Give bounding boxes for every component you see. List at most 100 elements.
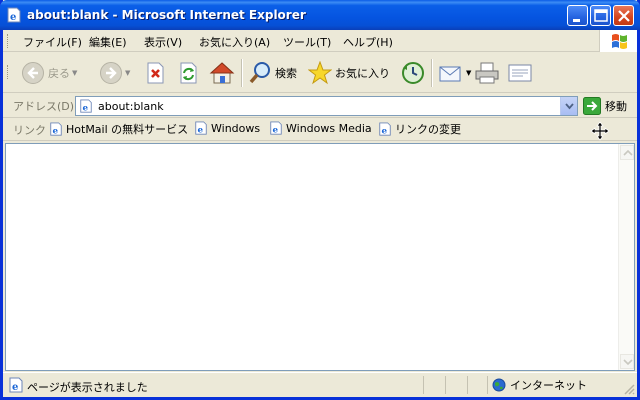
maximize-icon [594, 9, 608, 22]
go-arrow-icon [583, 97, 601, 115]
ie-page-icon[interactable]: e [6, 7, 22, 23]
menu-view[interactable]: 表示(V) [144, 34, 182, 50]
search-label: 検索 [275, 67, 297, 80]
ie-page-icon: e [80, 99, 92, 113]
menu-tools[interactable]: ツール(T) [283, 34, 331, 50]
link-windows-label: Windows [211, 121, 261, 135]
back-icon [22, 62, 44, 84]
status-bar: e ページが表示されました インターネット [3, 372, 637, 397]
history-button[interactable] [400, 59, 426, 87]
svg-text:e: e [198, 125, 204, 135]
menu-file[interactable]: ファイル(F) [23, 34, 82, 50]
chevron-down-icon [565, 103, 574, 110]
links-label: リンク [13, 124, 46, 137]
history-icon [402, 62, 424, 84]
back-button[interactable]: 戻る ▼ [21, 59, 77, 87]
go-button[interactable]: 移動 [583, 97, 627, 115]
resize-grip-icon[interactable] [623, 383, 635, 395]
scroll-up-button[interactable] [620, 145, 634, 160]
minimize-icon [573, 19, 580, 22]
ie-window: e about:blank - Microsoft Internet Explo… [0, 0, 640, 400]
svg-text:e: e [12, 382, 18, 393]
links-bar: リンク e HotMail の無料サービス e Windows e Window… [3, 119, 637, 141]
windows-logo [599, 30, 637, 52]
toolbar-separator [241, 59, 243, 87]
search-button[interactable]: 検索 [248, 59, 297, 87]
forward-dropdown-icon[interactable]: ▼ [125, 69, 130, 77]
link-windows-media-label: Windows Media [286, 121, 372, 135]
link-customize[interactable]: e リンクの変更 [378, 121, 461, 137]
home-button[interactable] [209, 59, 235, 87]
security-zone-label: インターネット [510, 379, 587, 392]
svg-text:e: e [382, 126, 388, 136]
page-content[interactable] [5, 143, 635, 371]
link-windows[interactable]: e Windows [194, 121, 260, 135]
maximize-button[interactable] [590, 5, 611, 26]
svg-text:e: e [83, 103, 89, 113]
favorites-star-icon [308, 61, 332, 85]
menu-favorites[interactable]: お気に入り(A) [199, 34, 270, 50]
move-cursor-icon [590, 121, 610, 141]
link-customize-label: リンクの変更 [395, 123, 461, 136]
back-dropdown-icon[interactable]: ▼ [72, 69, 77, 77]
status-text: ページが表示されました [27, 381, 148, 394]
mail-dropdown-icon[interactable]: ▼ [466, 69, 471, 77]
ie-page-icon: e [50, 122, 62, 136]
go-label: 移動 [605, 100, 627, 113]
home-icon [209, 62, 235, 84]
stop-button[interactable] [145, 59, 167, 87]
link-hotmail[interactable]: e HotMail の無料サービス [49, 121, 188, 137]
link-windows-media[interactable]: e Windows Media [269, 121, 372, 135]
menu-bar: ファイル(F) 編集(E) 表示(V) お気に入り(A) ツール(T) ヘルプ(… [3, 30, 637, 52]
globe-icon [492, 378, 506, 392]
stop-icon [147, 62, 164, 84]
vertical-scrollbar[interactable] [618, 144, 634, 370]
chevron-down-icon [623, 359, 633, 366]
forward-icon [100, 62, 122, 84]
windows-flag-icon [612, 34, 627, 49]
back-label: 戻る [48, 67, 70, 80]
ie-page-icon: e [195, 121, 207, 135]
toolbar-separator [431, 59, 433, 87]
refresh-button[interactable] [178, 59, 200, 87]
print-icon [475, 62, 499, 84]
mail-icon [439, 66, 461, 82]
address-value: about:blank [98, 100, 164, 113]
forward-button[interactable]: ▼ [99, 59, 130, 87]
print-button[interactable] [474, 59, 500, 87]
toolbar-grip[interactable] [7, 65, 10, 79]
search-icon [249, 62, 270, 84]
status-divider [445, 376, 446, 394]
close-icon [618, 10, 630, 22]
close-button[interactable] [613, 5, 634, 26]
scroll-down-button[interactable] [620, 354, 634, 369]
title-bar[interactable]: e about:blank - Microsoft Internet Explo… [0, 0, 640, 30]
ie-page-icon: e [270, 121, 282, 135]
ie-page-icon: e [9, 377, 23, 393]
address-label: アドレス(D) [13, 100, 75, 113]
minimize-button[interactable] [567, 5, 588, 26]
edit-button[interactable] [507, 59, 533, 87]
mail-button[interactable]: ▼ [438, 59, 471, 87]
ie-page-icon: e [379, 122, 391, 136]
svg-text:e: e [53, 126, 59, 136]
menu-grip[interactable] [7, 34, 10, 48]
menu-edit[interactable]: 編集(E) [89, 34, 127, 50]
address-input[interactable]: e about:blank [75, 96, 578, 116]
link-hotmail-label: HotMail の無料サービス [66, 123, 189, 136]
svg-text:e: e [273, 125, 279, 135]
chevron-up-icon [623, 149, 633, 156]
edit-icon [508, 64, 532, 82]
menu-help[interactable]: ヘルプ(H) [343, 34, 393, 50]
address-bar: アドレス(D) e about:blank 移動 [3, 94, 637, 118]
status-divider [487, 376, 488, 394]
status-divider [423, 376, 424, 394]
svg-text:e: e [10, 12, 16, 23]
refresh-icon [180, 62, 197, 84]
standard-toolbar: 戻る ▼ ▼ 検索 お気に入り ▼ [3, 53, 637, 93]
status-divider [467, 376, 468, 394]
security-zone[interactable]: インターネット [492, 377, 587, 393]
favorites-button[interactable]: お気に入り [308, 59, 390, 87]
favorites-label: お気に入り [335, 67, 390, 80]
address-dropdown[interactable] [560, 97, 577, 115]
